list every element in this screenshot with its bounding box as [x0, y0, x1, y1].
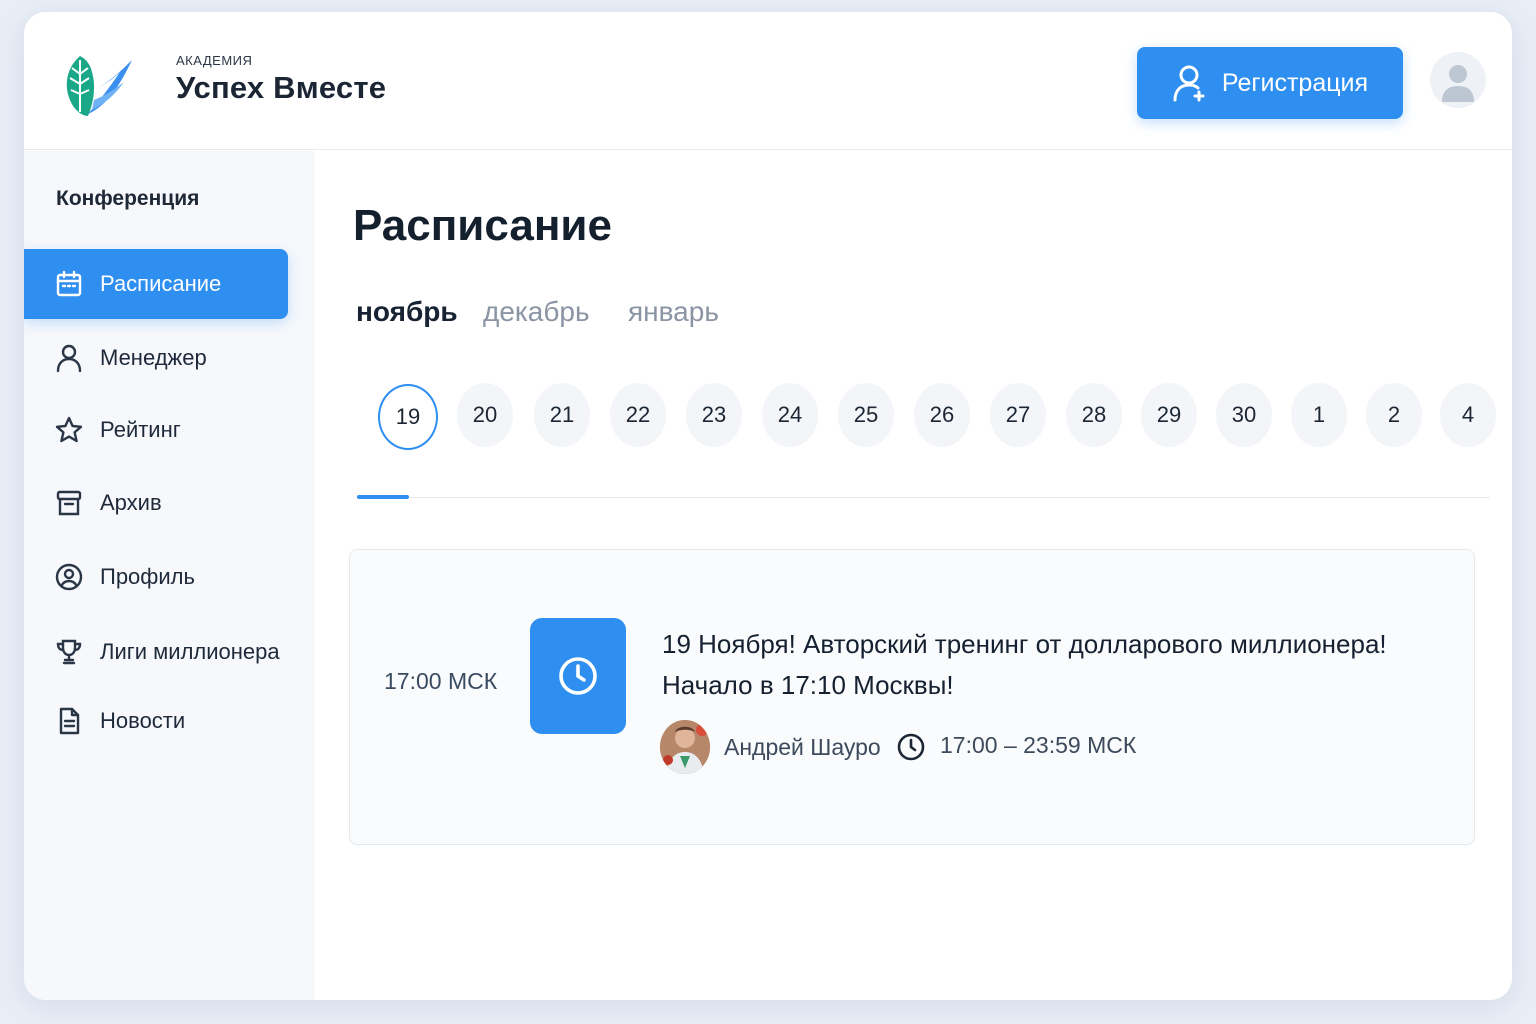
sidebar-item-label: Новости	[100, 708, 186, 733]
day-24[interactable]: 24	[762, 383, 818, 447]
sidebar-item-label: Профиль	[100, 564, 195, 589]
speaker-avatar[interactable]	[660, 720, 710, 774]
event-title-line-2: Начало в 17:10 Москвы!	[662, 670, 954, 700]
day-29[interactable]: 29	[1141, 383, 1197, 447]
sidebar-item-label: Лиги миллионера	[100, 639, 280, 664]
event-start-time: 17:00 МСК	[384, 668, 498, 694]
day-20[interactable]: 20	[457, 383, 513, 447]
event-title-line-1: 19 Ноября! Авторский тренинг от долларов…	[662, 629, 1387, 659]
speaker-photo-icon	[660, 720, 710, 774]
event-icon-tile	[530, 618, 626, 734]
tab-january[interactable]: январь	[628, 296, 719, 328]
event-time-range: 17:00 – 23:59 МСК	[940, 732, 1137, 758]
sidebar-item-manager[interactable]: Менеджер	[24, 323, 288, 393]
event-card[interactable]: 17:00 МСК 19 Ноября! Авторский тренинг о…	[349, 549, 1475, 845]
archive-icon	[56, 490, 82, 516]
sidebar-item-label: Рейтинг	[100, 417, 181, 442]
day-27[interactable]: 27	[990, 383, 1046, 447]
day-2[interactable]: 2	[1366, 383, 1422, 447]
day-30[interactable]: 30	[1216, 383, 1272, 447]
day-21[interactable]: 21	[534, 383, 590, 447]
app-window: АКАДЕМИЯ Успех Вместе Регистрация Конфер…	[24, 12, 1512, 1000]
tab-december[interactable]: декабрь	[483, 296, 590, 328]
day-19[interactable]: 19	[378, 384, 438, 450]
profile-circle-icon	[55, 563, 83, 591]
academy-logo[interactable]: АКАДЕМИЯ Успех Вместе	[58, 48, 386, 120]
register-button[interactable]: Регистрация	[1137, 47, 1403, 119]
day-25[interactable]: 25	[838, 383, 894, 447]
user-avatar-icon	[1442, 65, 1474, 102]
clock-icon	[559, 657, 597, 695]
user-avatar[interactable]	[1430, 52, 1486, 108]
day-28[interactable]: 28	[1066, 383, 1122, 447]
tab-november[interactable]: ноябрь	[356, 296, 458, 328]
clock-icon	[897, 733, 925, 761]
user-icon	[1173, 65, 1205, 102]
sidebar: Конференция Расписание Менеджер Рейтинг	[24, 151, 314, 1000]
day-26[interactable]: 26	[914, 383, 970, 447]
day-23[interactable]: 23	[686, 383, 742, 447]
logo-subtitle: АКАДЕМИЯ	[176, 53, 253, 68]
sidebar-item-label: Менеджер	[100, 345, 207, 370]
logo-title: Успех Вместе	[176, 70, 387, 105]
user-icon	[56, 344, 82, 373]
speaker-name[interactable]: Андрей Шауро	[724, 734, 881, 761]
day-22[interactable]: 22	[610, 383, 666, 447]
leaf-wing-logo-icon	[66, 56, 132, 116]
star-icon	[55, 416, 83, 443]
sidebar-item-schedule[interactable]: Расписание	[24, 249, 288, 319]
main-content: Расписание ноябрь декабрь январь 19 20 2…	[315, 151, 1512, 1000]
sidebar-item-label: Расписание	[100, 271, 222, 296]
day-4[interactable]: 4	[1440, 383, 1496, 447]
day-selector-divider	[356, 497, 1490, 498]
sidebar-item-rating[interactable]: Рейтинг	[24, 395, 288, 465]
day-selector: 19 20 21 22 23 24 25 26 27 28 29 30 1 2 …	[353, 383, 1496, 451]
sidebar-item-news[interactable]: Новости	[24, 686, 288, 756]
sidebar-item-profile[interactable]: Профиль	[24, 542, 288, 612]
event-title[interactable]: 19 Ноября! Авторский тренинг от долларов…	[662, 624, 1442, 706]
event-meta: Андрей Шауро 17:00 – 23:59 МСК	[660, 718, 1260, 774]
active-day-indicator	[357, 495, 409, 499]
day-1[interactable]: 1	[1291, 383, 1347, 447]
calendar-icon	[56, 270, 82, 297]
top-header: АКАДЕМИЯ Успех Вместе Регистрация	[24, 12, 1512, 150]
sidebar-section-title: Конференция	[56, 187, 200, 210]
sidebar-item-archive[interactable]: Архив	[24, 468, 288, 538]
document-icon	[59, 707, 80, 735]
sidebar-item-millionaire-leagues[interactable]: Лиги миллионера	[24, 617, 288, 687]
page-title: Расписание	[353, 201, 612, 250]
register-label: Регистрация	[1221, 68, 1369, 97]
trophy-icon	[56, 639, 82, 665]
sidebar-item-label: Архив	[100, 490, 162, 515]
